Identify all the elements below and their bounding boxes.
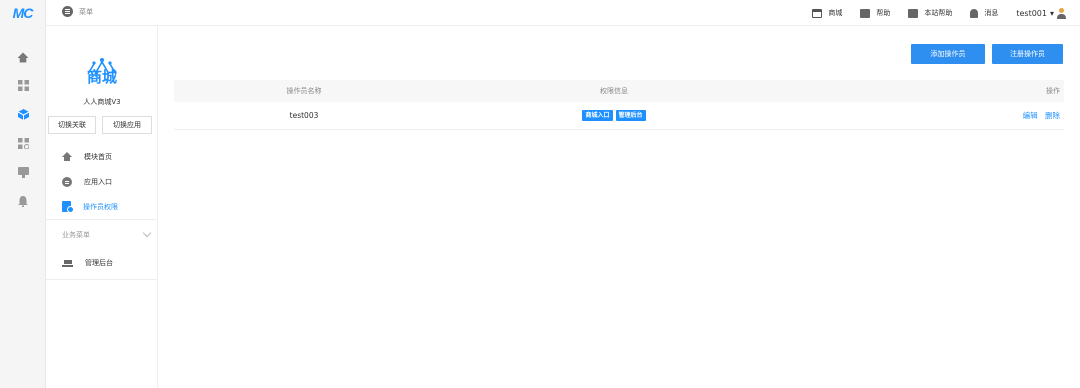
sidebar-item-app-entry[interactable]: 应用入口 xyxy=(46,169,158,194)
sidebar-item-label: 模块首页 xyxy=(84,152,112,161)
monitor-icon[interactable] xyxy=(0,161,46,183)
brand-logo-text: 商城 xyxy=(86,68,117,86)
menu-toggle[interactable]: 菜单 xyxy=(62,6,93,17)
menu-label: 菜单 xyxy=(79,7,93,16)
delete-link[interactable]: 删除 xyxy=(1045,111,1060,120)
help-label: 帮助 xyxy=(876,9,891,17)
icon-rail: MC xyxy=(0,0,46,388)
cube-icon[interactable] xyxy=(0,103,46,125)
messages-label: 消息 xyxy=(984,9,999,17)
home-icon xyxy=(62,152,72,161)
top-bar: 菜单 商城 帮助 本站帮助 消息 test001 ▾ xyxy=(46,0,1080,26)
store-link[interactable]: 商城 xyxy=(812,8,842,18)
switch-row: 切换关联 切换应用 xyxy=(48,116,152,134)
site-help-link[interactable]: 本站帮助 xyxy=(908,8,952,18)
module-sidebar: 商城 人人商城V3 切换关联 切换应用 模块首页 应用入口 操作员权限 业务菜单… xyxy=(46,26,158,388)
column-header-permissions: 权限信息 xyxy=(600,87,628,95)
help-icon xyxy=(860,8,871,18)
user-avatar-icon xyxy=(1057,7,1066,19)
main-content: 添加操作员 注册操作员 操作员名称 权限信息 操作 test003 商城入口 管… xyxy=(158,26,1080,388)
site-help-label: 本站帮助 xyxy=(924,9,953,17)
username: test001 xyxy=(1016,8,1047,18)
business-menu-group[interactable]: 业务菜单 xyxy=(46,220,158,250)
menu-icon xyxy=(62,6,73,17)
column-header-actions: 操作 xyxy=(1046,87,1060,95)
edit-link[interactable]: 编辑 xyxy=(1023,111,1038,120)
messages-link[interactable]: 消息 xyxy=(970,8,998,18)
switch-link-button[interactable]: 切换关联 xyxy=(48,116,96,134)
group-label: 业务菜单 xyxy=(62,231,90,239)
table-row: test003 商城入口 管理后台 编辑 删除 xyxy=(174,102,1064,130)
permission-tag: 管理后台 xyxy=(615,110,646,121)
add-operator-button[interactable]: 添加操作员 xyxy=(911,44,985,64)
caret-down-icon: ▾ xyxy=(1049,8,1054,18)
bell-icon[interactable] xyxy=(0,190,46,212)
operators-table: 操作员名称 权限信息 操作 test003 商城入口 管理后台 编辑 删除 xyxy=(174,80,1064,130)
permission-tags: 商城入口 管理后台 xyxy=(434,110,794,121)
store-label: 商城 xyxy=(828,9,843,17)
document-icon xyxy=(62,201,74,213)
sidebar-item-label: 应用入口 xyxy=(84,177,112,186)
row-actions: 编辑 删除 xyxy=(794,110,1064,121)
store-icon xyxy=(812,8,823,18)
sidebar-item-label: 操作员权限 xyxy=(83,202,118,211)
table-header: 操作员名称 权限信息 操作 xyxy=(174,80,1064,102)
user-menu[interactable]: test001 ▾ xyxy=(1016,7,1066,19)
top-links: 商城 帮助 本站帮助 消息 test001 ▾ xyxy=(812,0,1066,26)
site-help-icon xyxy=(908,8,919,18)
cart-icon xyxy=(62,258,73,267)
register-operator-button[interactable]: 注册操作员 xyxy=(992,44,1063,64)
help-link[interactable]: 帮助 xyxy=(860,8,890,18)
app-name: 人人商城V3 xyxy=(83,98,121,106)
sidebar-nav: 模块首页 应用入口 操作员权限 业务菜单 管理后台 xyxy=(46,144,158,280)
switch-app-button[interactable]: 切换应用 xyxy=(102,116,152,134)
grid-icon[interactable] xyxy=(0,74,46,96)
bell-icon xyxy=(970,8,979,18)
chat-icon xyxy=(62,176,72,187)
home-icon[interactable] xyxy=(0,46,46,68)
sidebar-item-module-home[interactable]: 模块首页 xyxy=(46,144,158,169)
logo[interactable]: MC xyxy=(0,0,45,26)
sidebar-item-label: 管理后台 xyxy=(85,258,113,267)
column-header-name: 操作员名称 xyxy=(286,87,322,95)
chevron-down-icon xyxy=(142,228,152,238)
apps-icon[interactable] xyxy=(0,132,46,154)
sidebar-item-admin-backend[interactable]: 管理后台 xyxy=(46,250,158,275)
operator-name: test003 xyxy=(289,111,319,120)
permission-tag: 商城入口 xyxy=(582,110,613,121)
sidebar-item-operator-permissions[interactable]: 操作员权限 xyxy=(46,194,158,219)
